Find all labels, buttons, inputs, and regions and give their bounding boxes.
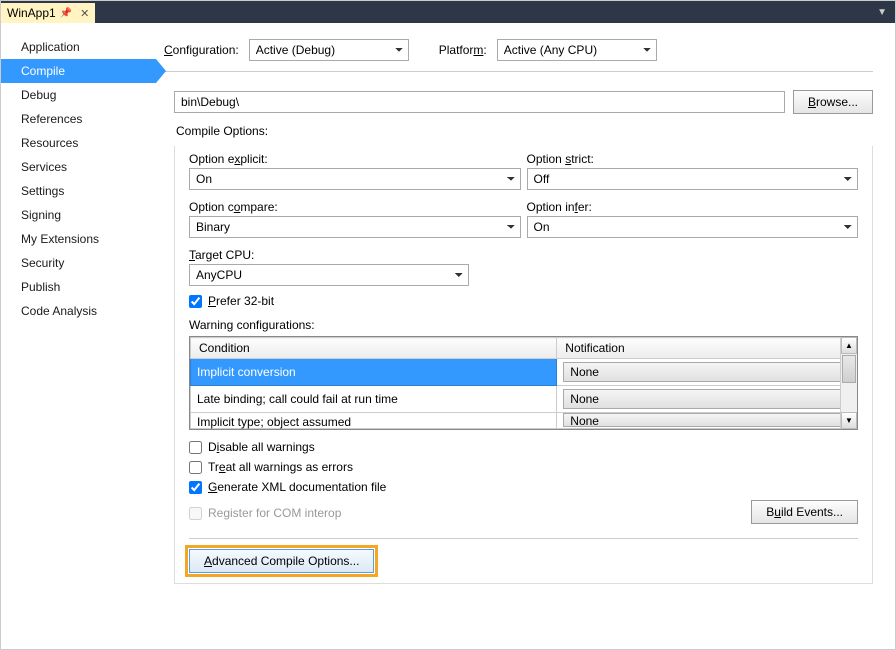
col-notification[interactable]: Notification <box>557 338 857 359</box>
sidebar-item-my-extensions[interactable]: My Extensions <box>1 227 156 251</box>
target-cpu-select[interactable]: AnyCPU <box>189 264 469 286</box>
close-icon[interactable]: ✕ <box>80 7 89 20</box>
content-panel: Configuration: Active (Debug) Platform: … <box>156 23 895 649</box>
platform-select[interactable]: Active (Any CPU) <box>497 39 657 61</box>
option-strict-label: Option strict: <box>527 152 859 166</box>
sidebar-item-services[interactable]: Services <box>1 155 156 179</box>
col-condition[interactable]: Condition <box>191 338 557 359</box>
browse-button[interactable]: Browse... <box>793 90 873 114</box>
scroll-up-icon[interactable]: ▲ <box>841 337 857 354</box>
pin-icon[interactable]: 📌 <box>60 8 72 19</box>
gen-xml-checkbox[interactable] <box>189 481 202 494</box>
disable-warnings-label: Disable all warnings <box>208 440 315 454</box>
table-row[interactable]: Implicit type; object assumed None <box>191 413 857 429</box>
prefer-32bit-checkbox[interactable] <box>189 295 202 308</box>
cell-condition: Late binding; call could fail at run tim… <box>191 386 557 413</box>
target-cpu-label: Target CPU: <box>189 248 858 262</box>
document-tab[interactable]: WinApp1 📌 ✕ <box>1 3 95 23</box>
configuration-select[interactable]: Active (Debug) <box>249 39 409 61</box>
sidebar-item-settings[interactable]: Settings <box>1 179 156 203</box>
platform-label: Platform: <box>439 43 487 57</box>
sidebar-item-debug[interactable]: Debug <box>1 83 156 107</box>
sidebar-item-publish[interactable]: Publish <box>1 275 156 299</box>
compile-options-title: Compile Options: <box>176 124 873 138</box>
warning-config-label: Warning configurations: <box>189 318 858 332</box>
notification-select[interactable]: None <box>563 389 850 409</box>
option-explicit-label: Option explicit: <box>189 152 521 166</box>
tab-bar: WinApp1 📌 ✕ ▼ <box>1 1 895 23</box>
treat-errors-label: Treat all warnings as errors <box>208 460 353 474</box>
prefer-32bit-label: Prefer 32-bit <box>208 294 274 308</box>
scroll-thumb[interactable] <box>842 355 856 383</box>
sidebar-item-resources[interactable]: Resources <box>1 131 156 155</box>
register-com-checkbox <box>189 507 202 520</box>
option-infer-select[interactable]: On <box>527 216 859 238</box>
notification-select[interactable]: None <box>563 413 850 427</box>
register-com-label: Register for COM interop <box>208 506 341 520</box>
sidebar-item-compile[interactable]: Compile <box>1 59 156 83</box>
scrollbar[interactable]: ▲ ▼ <box>840 337 857 429</box>
titlebar-dropdown-icon[interactable]: ▼ <box>869 7 895 18</box>
advanced-compile-options-button[interactable]: Advanced Compile Options... <box>189 549 374 573</box>
build-events-button[interactable]: Build Events... <box>751 500 858 524</box>
output-path-input[interactable] <box>174 91 785 113</box>
tab-title: WinApp1 <box>7 6 56 20</box>
option-compare-select[interactable]: Binary <box>189 216 521 238</box>
gen-xml-label: Generate XML documentation file <box>208 480 386 494</box>
option-infer-label: Option infer: <box>527 200 859 214</box>
configuration-label: Configuration: <box>164 43 239 57</box>
table-row[interactable]: Implicit conversion None <box>191 359 857 386</box>
table-row[interactable]: Late binding; call could fail at run tim… <box>191 386 857 413</box>
disable-warnings-checkbox[interactable] <box>189 441 202 454</box>
sidebar-item-signing[interactable]: Signing <box>1 203 156 227</box>
sidebar-item-code-analysis[interactable]: Code Analysis <box>1 299 156 323</box>
notification-select[interactable]: None <box>563 362 850 382</box>
cell-condition: Implicit conversion <box>191 359 557 386</box>
scroll-down-icon[interactable]: ▼ <box>841 412 857 429</box>
sidebar-item-references[interactable]: References <box>1 107 156 131</box>
option-explicit-select[interactable]: On <box>189 168 521 190</box>
option-compare-label: Option compare: <box>189 200 521 214</box>
option-strict-select[interactable]: Off <box>527 168 859 190</box>
warning-table: Condition Notification Implicit conversi… <box>189 336 858 430</box>
treat-errors-checkbox[interactable] <box>189 461 202 474</box>
property-sidebar: Application Compile Debug References Res… <box>1 23 156 649</box>
sidebar-item-security[interactable]: Security <box>1 251 156 275</box>
cell-condition: Implicit type; object assumed <box>191 413 557 429</box>
sidebar-item-application[interactable]: Application <box>1 35 156 59</box>
